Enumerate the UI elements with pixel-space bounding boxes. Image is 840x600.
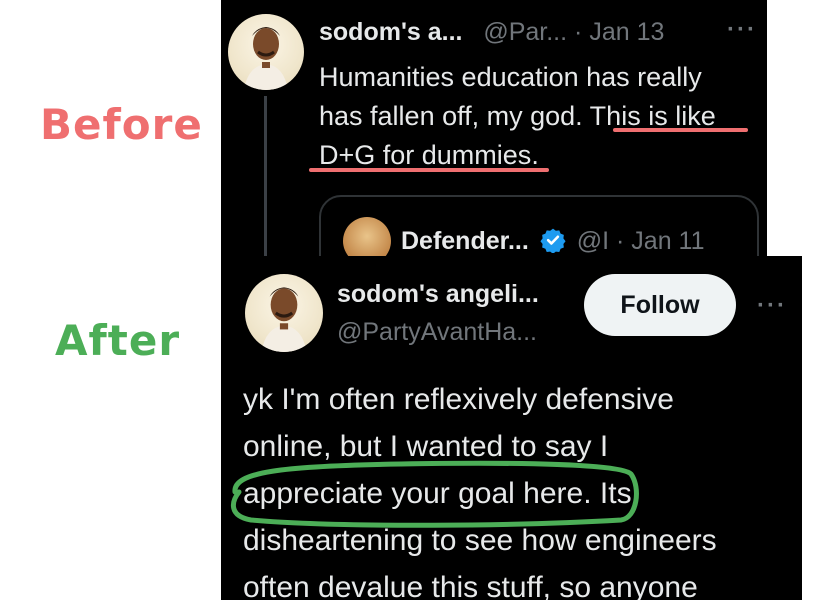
after-label: After [55,316,181,365]
marked-text: D+G for dummies [319,140,532,170]
follow-button[interactable]: Follow [584,274,736,336]
separator-dot: · [616,227,625,255]
quote-date[interactable]: Jan 11 [631,227,704,255]
tweet-text-line: yk I'm often reflexively defensive [243,383,674,416]
handle[interactable]: @Par... [483,18,567,46]
quoted-tweet-card[interactable]: Defender... @I · Jan 11 [319,195,759,262]
red-underline [309,168,549,172]
marked-text: appreciate your goal here. [243,477,592,510]
verified-badge-icon [540,228,566,253]
quote-display-name[interactable]: Defender... [401,227,529,255]
display-name[interactable]: sodom's a... [319,18,462,46]
tweet-text-line: online, but I wanted to say I [243,430,609,463]
display-name[interactable]: sodom's angeli... [337,280,539,309]
tweet-text: yk I'm often reflexively defensive onlin… [243,376,793,600]
handle[interactable]: @PartyAvantHa... [337,318,537,347]
marked-text: This is like [582,101,716,131]
portrait-icon [244,27,288,90]
tweet-text-line: often devalue this stuff, so anyone [243,571,698,600]
tweet-text-line: appreciate your goal here. Its [243,477,632,510]
before-label: Before [40,100,203,149]
tweet-date[interactable]: Jan 13 [589,18,664,46]
quote-handle[interactable]: @I [577,227,609,255]
after-tweet[interactable]: sodom's angeli... @PartyAvantHa... Follo… [221,256,802,600]
quoted-tweet-header: Defender... @I · Jan 11 [401,227,705,256]
tweet-text-line: disheartening to see how engineers [243,524,717,557]
avatar[interactable] [228,14,304,90]
thread-line [264,96,267,262]
before-tweet[interactable]: sodom's a... @Par... · Jan 13 ··· Humani… [221,0,767,262]
avatar[interactable] [245,274,323,352]
portrait-icon [261,287,307,352]
tweet-header: sodom's a... @Par... · Jan 13 [319,18,664,47]
tweet-text: Humanities education has really has fall… [319,58,759,175]
red-underline [613,128,748,132]
more-options-icon[interactable]: ··· [727,16,757,44]
more-options-icon[interactable]: ··· [757,292,787,320]
separator-dot: · [574,18,583,46]
tweet-text-line: Humanities education has really [319,62,702,92]
